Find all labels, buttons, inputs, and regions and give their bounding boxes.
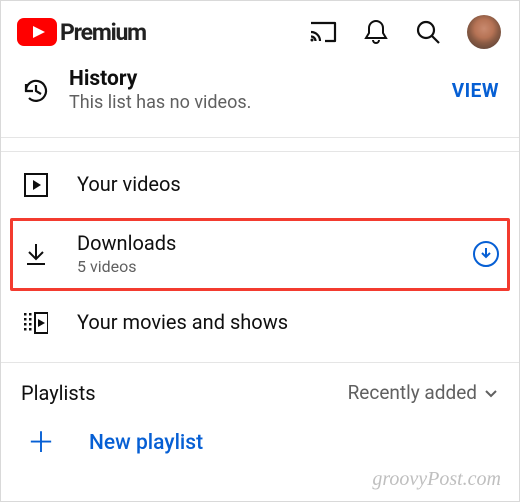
playlists-header: Playlists Recently added	[1, 362, 519, 415]
chevron-down-icon	[483, 385, 499, 401]
history-subtitle: This list has no videos.	[69, 91, 452, 114]
view-button[interactable]: VIEW	[452, 79, 499, 102]
plus-icon: ＋	[27, 429, 55, 457]
downloads-item[interactable]: Downloads 5 videos	[1, 218, 519, 290]
cast-icon[interactable]	[309, 20, 337, 44]
search-icon[interactable]	[415, 19, 441, 45]
downloads-subtitle: 5 videos	[77, 257, 473, 276]
section-divider	[1, 138, 519, 152]
downloads-label: Downloads	[77, 232, 473, 255]
history-text: History This list has no videos.	[51, 67, 452, 115]
history-row[interactable]: History This list has no videos. VIEW	[1, 63, 519, 138]
history-title: History	[69, 67, 452, 91]
film-icon	[24, 311, 48, 335]
sort-label: Recently added	[348, 381, 477, 404]
youtube-premium-logo[interactable]: Premium	[17, 18, 309, 46]
download-status-icon[interactable]	[473, 241, 499, 267]
topbar-actions	[309, 15, 501, 49]
new-playlist-label: New playlist	[89, 431, 203, 455]
your-videos-item[interactable]: Your videos	[1, 152, 519, 218]
download-icon	[24, 242, 48, 266]
notifications-icon[interactable]	[363, 18, 389, 46]
your-videos-label: Your videos	[77, 173, 499, 196]
playlist-sort[interactable]: Recently added	[348, 381, 499, 404]
youtube-icon	[17, 18, 57, 46]
movies-shows-item[interactable]: Your movies and shows	[1, 290, 519, 356]
play-outline-icon	[24, 173, 48, 197]
avatar[interactable]	[467, 15, 501, 49]
top-bar: Premium	[1, 1, 519, 63]
playlists-heading: Playlists	[21, 381, 348, 405]
brand-name: Premium	[60, 19, 146, 46]
watermark: groovyPost.com	[372, 468, 501, 491]
history-icon	[21, 76, 51, 106]
movies-shows-label: Your movies and shows	[77, 311, 499, 334]
new-playlist-button[interactable]: ＋ New playlist	[1, 415, 519, 471]
